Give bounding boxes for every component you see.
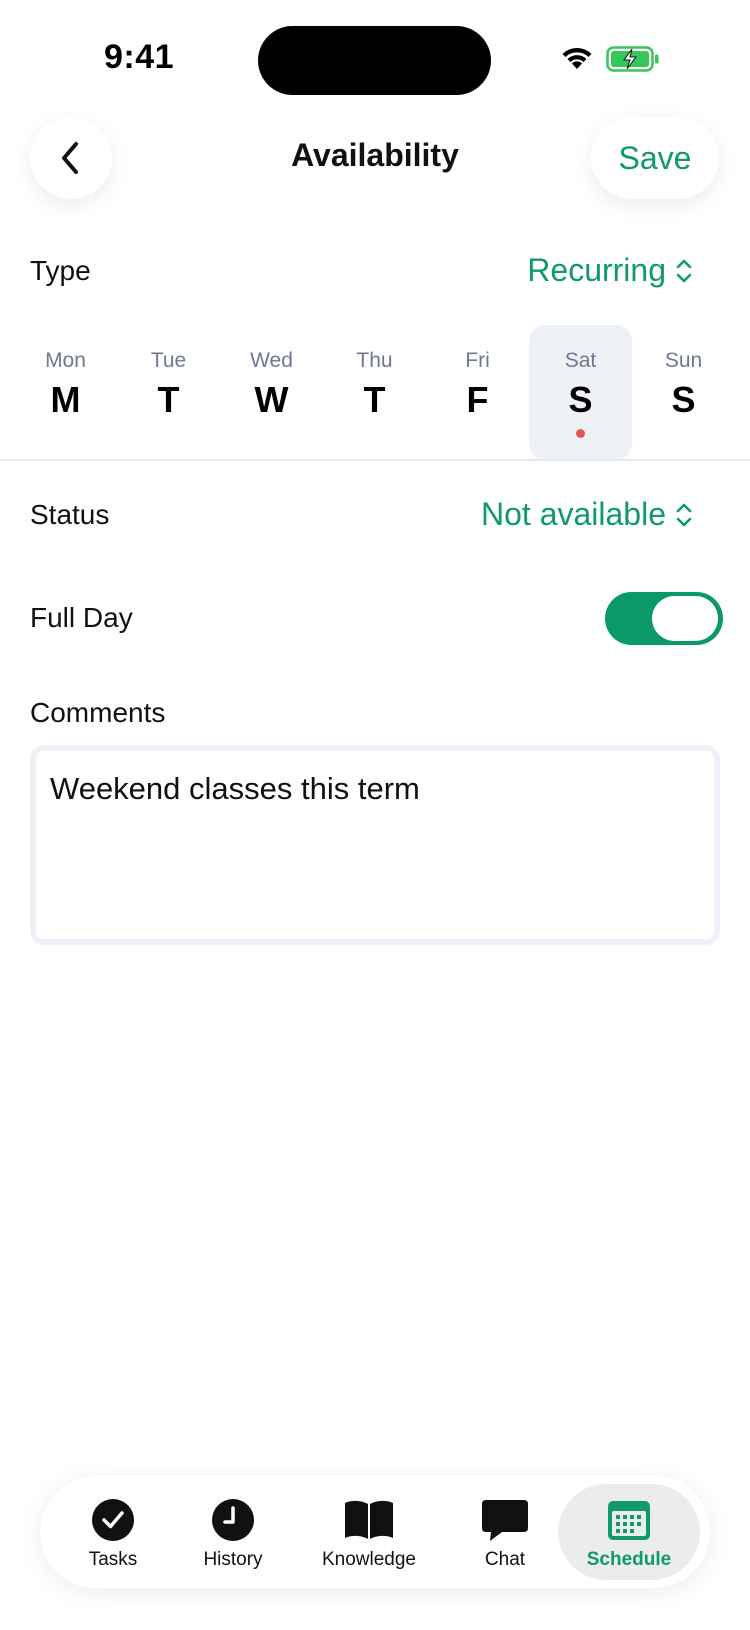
calendar-icon xyxy=(608,1501,650,1540)
day-letter: F xyxy=(466,379,489,420)
day-short-label: Thu xyxy=(356,349,393,372)
day-letter: W xyxy=(254,379,289,420)
check-circle-icon xyxy=(92,1499,134,1541)
day-fri[interactable]: Fri F xyxy=(426,325,529,460)
chevron-up-down-icon xyxy=(676,503,692,526)
tab-schedule[interactable]: Schedule xyxy=(558,1484,700,1580)
day-sat[interactable]: Sat S xyxy=(529,325,632,460)
day-short-label: Fri xyxy=(465,349,490,372)
tab-label: Tasks xyxy=(88,1549,138,1570)
tab-label: Knowledge xyxy=(321,1549,417,1570)
day-letter: S xyxy=(671,379,696,420)
day-letter: T xyxy=(363,379,386,420)
type-value: Recurring xyxy=(527,252,666,288)
type-label: Type xyxy=(30,255,91,286)
comments-textarea[interactable]: Weekend classes this term xyxy=(30,745,720,945)
status-label: Status xyxy=(30,499,110,530)
day-selector: Mon M Tue T Wed W Thu T Fri F Sat S Sun S xyxy=(14,325,736,460)
book-icon xyxy=(345,1500,393,1539)
day-short-label: Tue xyxy=(150,349,187,372)
day-indicator-dot xyxy=(576,429,585,438)
tab-tasks[interactable]: Tasks xyxy=(54,1484,172,1580)
day-short-label: Wed xyxy=(250,349,293,372)
day-letter: S xyxy=(568,379,593,420)
status-bar: 9:41 xyxy=(0,0,750,110)
day-letter: M xyxy=(50,379,81,420)
day-sun[interactable]: Sun S xyxy=(632,325,735,460)
tab-history[interactable]: History xyxy=(174,1484,292,1580)
status-picker[interactable]: Not available xyxy=(481,496,694,533)
tab-bar: Tasks History Knowledge Chat Schedule xyxy=(40,1476,710,1588)
tab-label: Schedule xyxy=(586,1549,672,1570)
comments-text: Weekend classes this term xyxy=(50,771,420,806)
divider xyxy=(0,459,750,461)
full-day-toggle[interactable] xyxy=(605,592,723,645)
status-value: Not available xyxy=(481,496,666,532)
tab-label: History xyxy=(203,1549,263,1570)
clock-icon xyxy=(212,1499,254,1541)
chat-bubble-icon xyxy=(482,1500,528,1541)
day-short-label: Sun xyxy=(664,349,703,372)
battery-charging-icon xyxy=(606,46,659,72)
day-tue[interactable]: Tue T xyxy=(117,325,220,460)
day-letter: T xyxy=(157,379,180,420)
toggle-knob xyxy=(652,596,718,641)
day-mon[interactable]: Mon M xyxy=(14,325,117,460)
tab-chat[interactable]: Chat xyxy=(446,1484,564,1580)
day-short-label: Mon xyxy=(45,349,86,372)
tab-knowledge[interactable]: Knowledge xyxy=(294,1484,444,1580)
day-wed[interactable]: Wed W xyxy=(220,325,323,460)
day-short-label: Sat xyxy=(564,349,597,372)
wifi-icon xyxy=(562,47,592,69)
chevron-up-down-icon xyxy=(676,259,692,282)
type-picker[interactable]: Recurring xyxy=(527,252,694,289)
status-time: 9:41 xyxy=(104,38,175,76)
full-day-label: Full Day xyxy=(30,602,133,633)
save-button[interactable]: Save xyxy=(591,117,719,199)
tab-label: Chat xyxy=(484,1549,526,1570)
day-thu[interactable]: Thu T xyxy=(323,325,426,460)
dynamic-island xyxy=(258,26,491,95)
comments-label: Comments xyxy=(30,697,166,728)
